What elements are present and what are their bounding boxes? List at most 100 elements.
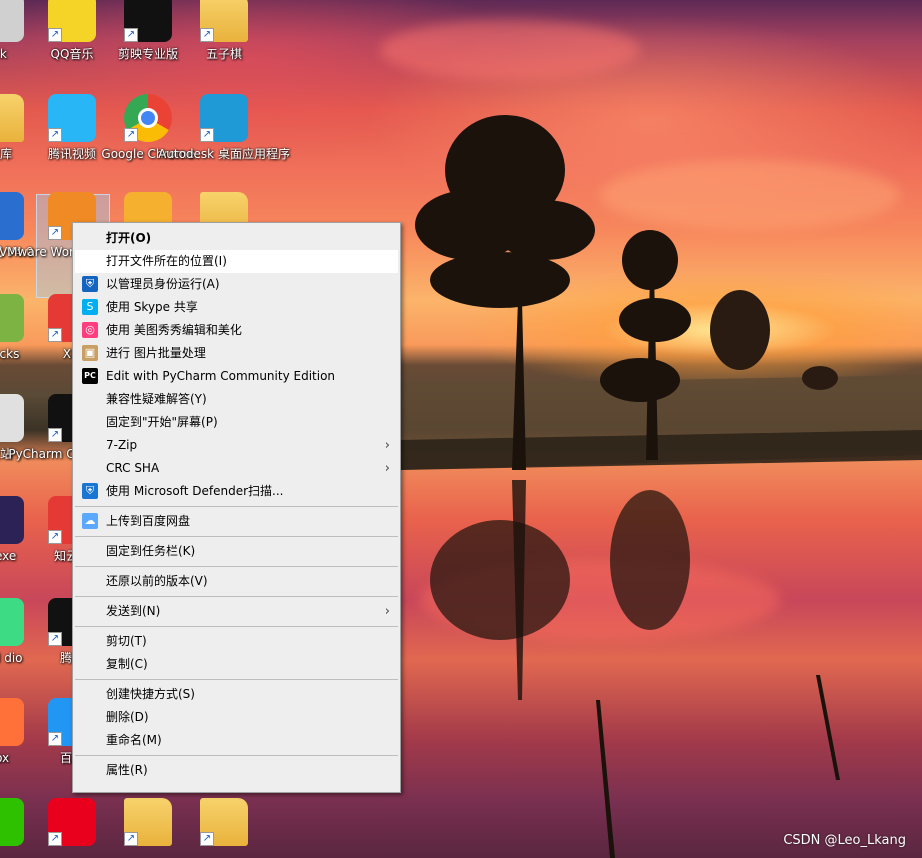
desktop-icon-label: e.exe <box>0 549 17 563</box>
shortcut-arrow-icon: ↗ <box>48 732 62 746</box>
shortcut-arrow-icon: ↗ <box>200 832 214 846</box>
menu-item[interactable]: 固定到任务栏(K) <box>73 540 400 563</box>
menu-item[interactable]: CRC SHA › <box>73 457 400 480</box>
shortcut-arrow-icon: ↗ <box>124 28 138 42</box>
menu-item[interactable]: 创建快捷方式(S) <box>73 683 400 706</box>
desktop-icon-label: 剪映专业版 <box>117 47 178 61</box>
menu-item-label: 固定到"开始"屏幕(P) <box>106 415 218 429</box>
menu-separator <box>75 755 398 756</box>
menu-item[interactable]: 发送到(N) › <box>73 600 400 623</box>
shortcut-arrow-icon: ↗ <box>48 328 62 342</box>
menu-item-label: 兼容性疑难解答(Y) <box>106 392 207 406</box>
menu-item-label: 创建快捷方式(S) <box>106 687 195 701</box>
desktop-icon[interactable]: ↗ 剪映专业版 <box>110 0 186 63</box>
menu-item-label: 进行 图片批量处理 <box>106 346 206 360</box>
folder-icon: ↗ <box>200 0 248 42</box>
desktop-icon[interactable]: ↗ <box>110 798 186 846</box>
menu-item[interactable]: PC Edit with PyCharm Community Edition <box>73 365 400 388</box>
menu-separator <box>75 566 398 567</box>
menu-item-label: 删除(D) <box>106 710 149 724</box>
desktop-icon[interactable]: ↗ e.exe <box>0 496 38 565</box>
desktop-icon[interactable]: ↗ Autodesk 桌面应用程序 <box>158 94 290 163</box>
desktop-icon[interactable]: ↗ fox <box>0 698 38 767</box>
desktop-icon-label: fox <box>0 751 10 765</box>
menu-item-label: CRC SHA <box>106 461 160 475</box>
shortcut-arrow-icon: ↗ <box>48 128 62 142</box>
menu-item-label: 以管理员身份运行(A) <box>106 277 220 291</box>
menu-item-label: 发送到(N) <box>106 604 161 618</box>
desktop-icon[interactable]: ↗ 视库 <box>0 94 38 163</box>
menu-item-label: 固定到任务栏(K) <box>106 544 196 558</box>
desktop-icon-label: Autodesk 桌面应用程序 <box>158 147 290 161</box>
menu-item[interactable]: S 使用 Skype 共享 <box>73 296 400 319</box>
folder-icon: ↗ <box>0 94 24 142</box>
app-icon: ↗ <box>0 294 24 342</box>
desktop-icon[interactable]: ↗ 五子棋 <box>186 0 262 63</box>
menu-item-label: 重命名(M) <box>106 733 162 747</box>
folder-icon: ↗ <box>200 798 248 846</box>
wechat-icon: ↗ <box>0 798 24 846</box>
menu-item[interactable]: ◎ 使用 美图秀秀编辑和美化 <box>73 319 400 342</box>
menu-item-label: 使用 Skype 共享 <box>106 300 198 314</box>
desktop-icon-label: QQ音乐 <box>50 47 94 61</box>
menu-separator <box>75 536 398 537</box>
baidu-netdisk-icon: ☁ <box>82 513 98 529</box>
firefox-icon: ↗ <box>0 698 24 746</box>
menu-item[interactable]: 复制(C) <box>73 653 400 676</box>
desktop-icon[interactable]: ↗ roid dio <box>0 598 38 667</box>
desktop-icon[interactable]: ↗ <box>0 798 38 846</box>
shortcut-arrow-icon: ↗ <box>124 832 138 846</box>
qq-music-icon: ↗ <box>48 0 96 42</box>
menu-item[interactable]: 固定到"开始"屏幕(P) <box>73 411 400 434</box>
menu-item-label: 属性(R) <box>106 763 148 777</box>
meitu-icon: ◎ <box>82 322 98 338</box>
menu-item-label: 使用 美图秀秀编辑和美化 <box>106 323 242 337</box>
menu-item[interactable]: ⛨ 使用 Microsoft Defender扫描... <box>73 480 400 503</box>
youdao-icon: ↗ <box>48 798 96 846</box>
menu-item[interactable]: ▣ 进行 图片批量处理 <box>73 342 400 365</box>
submenu-chevron-icon: › <box>384 604 390 619</box>
desktop-icon[interactable]: ↗ Blocks <box>0 294 38 363</box>
skype-icon: S <box>82 299 98 315</box>
menu-item[interactable]: 剪切(T) <box>73 630 400 653</box>
desktop-icon-label: 五子棋 <box>205 47 242 61</box>
menu-item-label: 剪切(T) <box>106 634 147 648</box>
desktop-icon[interactable]: ↗ <box>186 798 262 846</box>
desktop-icon[interactable]: ↗ ck <box>0 0 38 63</box>
submenu-chevron-icon: › <box>384 461 390 476</box>
shortcut-arrow-icon: ↗ <box>48 226 62 240</box>
shortcut-arrow-icon: ↗ <box>48 28 62 42</box>
menu-item[interactable]: 兼容性疑难解答(Y) <box>73 388 400 411</box>
menu-item-label: 还原以前的版本(V) <box>106 574 208 588</box>
folder-icon: ↗ <box>124 798 172 846</box>
submenu-chevron-icon: › <box>384 438 390 453</box>
desktop-icon[interactable]: ↗ <box>34 798 110 846</box>
recycle-bin-icon: ↗ <box>0 394 24 442</box>
menu-separator <box>75 626 398 627</box>
menu-item-label: 上传到百度网盘 <box>106 514 191 528</box>
eclipse-icon: ↗ <box>0 496 24 544</box>
menu-separator <box>75 596 398 597</box>
app-icon: ↗ <box>0 0 24 42</box>
menu-item-label: 7-Zip <box>106 438 138 452</box>
desktop-icon[interactable]: ↗ 腾讯视频 <box>34 94 110 163</box>
menu-item[interactable]: 打开文件所在的位置(I) <box>75 250 398 273</box>
app-icon: ↗ <box>0 192 24 240</box>
shortcut-arrow-icon: ↗ <box>48 832 62 846</box>
menu-item[interactable]: ⛨ 以管理员身份运行(A) <box>73 273 400 296</box>
shortcut-arrow-icon: ↗ <box>48 530 62 544</box>
desktop-icon[interactable]: ↗ QQ音乐 <box>34 0 110 63</box>
menu-item[interactable]: 属性(R) <box>73 759 400 782</box>
shortcut-arrow-icon: ↗ <box>200 128 214 142</box>
menu-item[interactable]: 重命名(M) <box>73 729 400 752</box>
desktop-icon-label: Blocks <box>0 347 20 361</box>
menu-item[interactable]: ☁ 上传到百度网盘 <box>73 510 400 533</box>
android-studio-icon: ↗ <box>0 598 24 646</box>
menu-item[interactable]: 打开(O) <box>73 227 400 250</box>
image-batch-icon: ▣ <box>82 345 98 361</box>
context-menu: 打开(O) 打开文件所在的位置(I) ⛨ 以管理员身份运行(A) S 使用 Skype 共… <box>72 222 401 793</box>
autodesk-icon: ↗ <box>200 94 248 142</box>
menu-item[interactable]: 7-Zip › <box>73 434 400 457</box>
menu-item[interactable]: 还原以前的版本(V) <box>73 570 400 593</box>
menu-item[interactable]: 删除(D) <box>73 706 400 729</box>
